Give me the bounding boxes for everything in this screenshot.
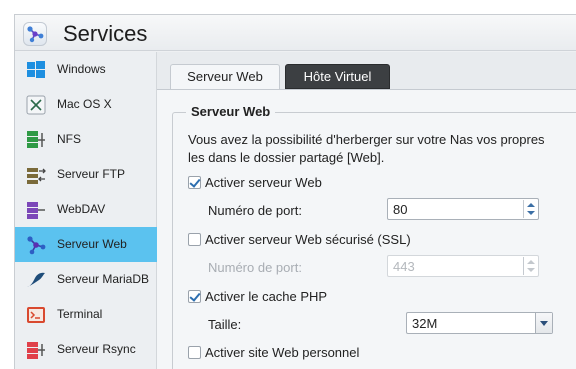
- tab-virtual-host[interactable]: Hôte Virtuel: [285, 64, 390, 89]
- enable-ssl-label: Activer serveur Web sécurisé (SSL): [205, 232, 411, 247]
- cache-size-value: 32M: [412, 316, 438, 331]
- settings-panel: Serveur Web Vous avez la possibilité d'h…: [157, 89, 576, 369]
- web-server-icon: [27, 236, 46, 255]
- windows-icon: [27, 61, 45, 78]
- cache-size-label: Taille:: [208, 317, 242, 332]
- cache-size-select[interactable]: 32M: [406, 312, 553, 334]
- sidebar-item-terminal[interactable]: Terminal: [15, 297, 157, 332]
- mariadb-icon: [27, 272, 45, 287]
- sidebar-item-macos[interactable]: Mac OS X: [15, 87, 157, 122]
- web-port-value: 80: [393, 202, 408, 217]
- services-window: Services Windows Mac OS X NFS Serveur FT…: [14, 14, 576, 369]
- enable-php-cache-label: Activer le cache PHP: [205, 289, 328, 304]
- sidebar-item-mariadb[interactable]: Serveur MariaDB: [15, 262, 157, 297]
- enable-personal-site-checkbox[interactable]: [188, 346, 201, 359]
- enable-personal-site-label: Activer site Web personnel: [205, 345, 360, 360]
- enable-php-cache-checkbox[interactable]: [188, 290, 201, 303]
- sidebar-item-label: Serveur Web: [57, 237, 127, 251]
- sidebar-item-nfs[interactable]: NFS: [15, 122, 157, 157]
- sidebar-item-label: NFS: [57, 132, 81, 146]
- rsync-icon: [27, 342, 45, 359]
- sidebar-item-label: Serveur FTP: [57, 167, 126, 181]
- sidebar-item-label: Windows: [57, 62, 106, 76]
- tab-web-server[interactable]: Serveur Web: [170, 64, 280, 90]
- ssl-port-value: 443: [393, 259, 415, 274]
- description-line-1: Vous avez la possibilité d'herberger sur…: [188, 132, 545, 147]
- sidebar-item-label: WebDAV: [57, 202, 106, 216]
- ssl-port-label: Numéro de port:: [208, 260, 302, 275]
- ssl-port-stepper[interactable]: 443: [387, 255, 539, 277]
- spinner-arrows-icon[interactable]: [523, 257, 537, 275]
- sidebar-item-label: Serveur MariaDB: [57, 272, 150, 286]
- webdav-icon: [27, 202, 45, 219]
- services-app-icon: [23, 22, 47, 46]
- spinner-arrows-icon[interactable]: [523, 200, 537, 218]
- ftp-icon: [27, 168, 46, 184]
- sidebar: Windows Mac OS X NFS Serveur FTP WebDAV …: [15, 52, 157, 369]
- sidebar-item-label: Serveur Rsync: [57, 342, 136, 356]
- main-content: Serveur Web Hôte Virtuel Serveur Web Vou…: [157, 52, 576, 369]
- title-bar: Services: [15, 15, 576, 51]
- nfs-icon: [27, 131, 45, 148]
- macos-icon: [26, 95, 46, 115]
- web-port-label: Numéro de port:: [208, 203, 302, 218]
- section-legend: Serveur Web: [186, 104, 276, 119]
- enable-web-server-checkbox[interactable]: [188, 176, 201, 189]
- sidebar-item-webdav[interactable]: WebDAV: [15, 192, 157, 227]
- description-line-2: les dans le dossier partagé [Web].: [188, 150, 385, 165]
- sidebar-item-label: Mac OS X: [57, 97, 112, 111]
- window-title: Services: [63, 21, 148, 46]
- sidebar-item-label: Terminal: [57, 307, 103, 321]
- sidebar-item-ftp[interactable]: Serveur FTP: [15, 157, 157, 192]
- web-port-stepper[interactable]: 80: [387, 198, 539, 220]
- enable-ssl-checkbox[interactable]: [188, 233, 201, 246]
- chevron-down-icon[interactable]: [535, 313, 552, 333]
- enable-web-server-label: Activer serveur Web: [205, 175, 322, 190]
- sidebar-item-rsync[interactable]: Serveur Rsync: [15, 332, 157, 367]
- sidebar-item-web-server[interactable]: Serveur Web: [15, 227, 157, 262]
- terminal-icon: [27, 307, 45, 323]
- sidebar-item-windows[interactable]: Windows: [15, 52, 157, 87]
